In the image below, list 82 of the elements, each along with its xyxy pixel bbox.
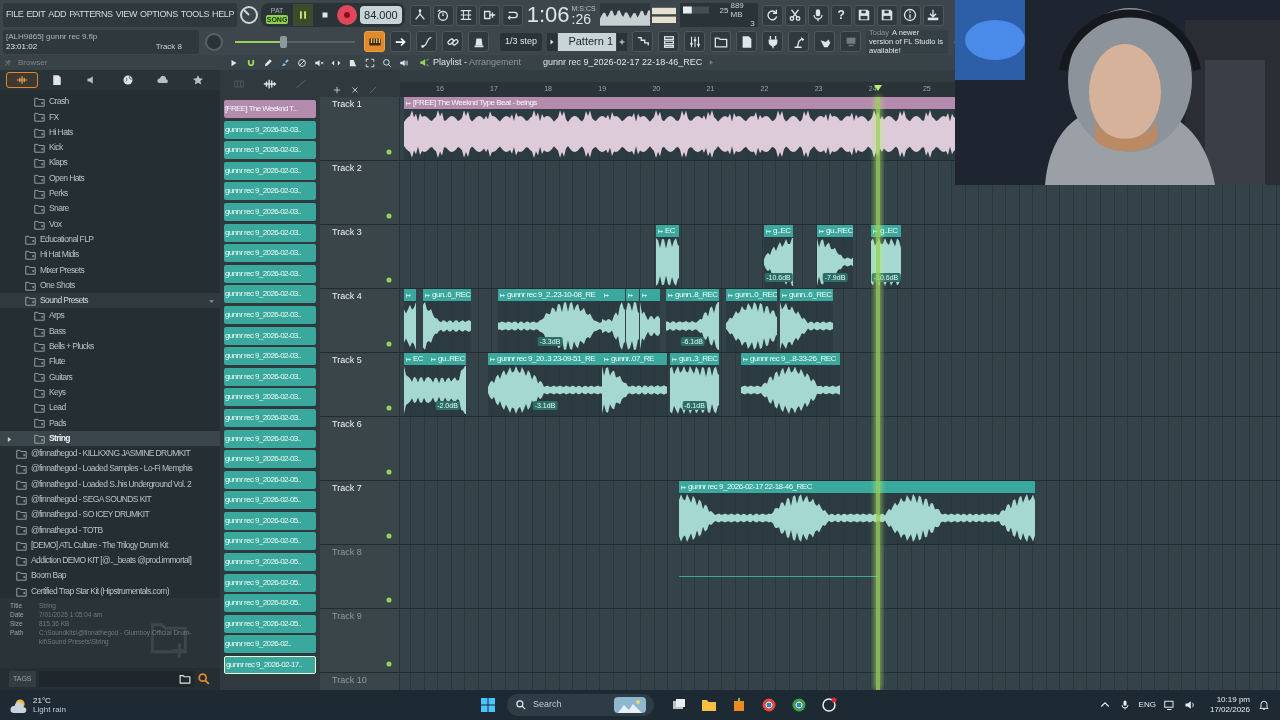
temperature: 21°C xyxy=(33,696,52,705)
folder-item[interactable]: @finnathegod - Loaded S..his Underground Vol. 2 xyxy=(0,476,220,492)
folder-item[interactable]: [DEMO] ATL Culture - The Trilogy Drum Kit xyxy=(0,537,220,553)
folder-item[interactable]: FX xyxy=(0,109,220,125)
folder-item[interactable]: Klaps xyxy=(0,155,220,171)
menu-item[interactable]: ADD xyxy=(48,8,67,22)
folder-item[interactable]: Mixer Presets xyxy=(0,262,220,278)
folder-item[interactable]: Hi Hats xyxy=(0,124,220,140)
playlist-title: Playlist - Arrangement xyxy=(433,55,522,69)
track-name: Track 1 xyxy=(332,98,362,111)
time-display: 1:06 xyxy=(526,3,570,27)
track-header[interactable]: Track 4 xyxy=(320,289,400,352)
clock-date: 17/02/2026 xyxy=(1209,705,1250,715)
folder-item[interactable]: Vox xyxy=(0,216,220,232)
track-header[interactable]: Track 1 xyxy=(320,97,400,160)
folder-item[interactable]: Perks xyxy=(0,185,220,202)
folder-item[interactable]: @finnathegod - SEGA SOUNDS KIT xyxy=(0,491,220,507)
track-header[interactable]: Track 3 xyxy=(320,225,400,288)
track-header[interactable]: Track 7 xyxy=(320,481,400,544)
search-field[interactable]: Search xyxy=(507,694,654,716)
folder-item[interactable]: Open Hats xyxy=(0,170,220,186)
folder-item[interactable]: Certified Trap Star Kit (Hipstrumentals.com) xyxy=(0,583,220,598)
folder-item[interactable]: @finnathegod - KILLKXNG JASMINE DRUMKIT xyxy=(0,445,220,462)
track-name: Track 5 xyxy=(332,354,362,367)
panel-title: Browser xyxy=(18,56,48,69)
track-header[interactable]: Track 2 xyxy=(320,161,400,224)
track-name: Track 8 xyxy=(332,546,362,559)
menu-item[interactable]: OPTIONS xyxy=(140,8,178,22)
memory-reading: 889 MB xyxy=(730,1,745,19)
menu-item[interactable]: EDIT xyxy=(26,8,46,22)
folder-item[interactable]: Educational FLP xyxy=(0,231,220,247)
folder-item[interactable]: Pads xyxy=(0,415,220,431)
cpu-reading: 25 xyxy=(718,5,729,15)
folder-item[interactable]: Crash xyxy=(0,94,220,110)
menu-item[interactable]: PATTERNS xyxy=(69,8,113,22)
menu-item[interactable]: VIEW xyxy=(115,8,138,22)
track-header[interactable]: Track 10 xyxy=(320,673,400,690)
track-name: Track 4 xyxy=(332,290,362,303)
folder-item[interactable]: Bells + Plucks xyxy=(0,338,220,355)
menu-item[interactable]: HELP xyxy=(212,8,235,22)
track-name: Track 9 xyxy=(332,610,362,623)
clock-time: 10:19 pm xyxy=(1216,695,1250,705)
folder-item[interactable]: Lead xyxy=(0,399,220,416)
folder-item[interactable]: Hi Hat Midis xyxy=(0,246,220,263)
polyphony-reading: 3 xyxy=(750,19,755,29)
pattern-selector[interactable]: Pattern 1 xyxy=(558,32,617,51)
track-header[interactable]: Track 9 xyxy=(320,609,400,672)
weather-condition: Light rain xyxy=(33,705,66,714)
track-header[interactable]: Track 6 xyxy=(320,417,400,480)
project-time: 23:01:02 xyxy=(6,41,38,52)
menu-item[interactable]: FILE xyxy=(6,8,24,22)
track-name: Track 7 xyxy=(332,482,362,495)
folder-item[interactable]: Arps xyxy=(0,308,220,324)
folder-item[interactable]: String xyxy=(0,430,220,446)
folder-item[interactable]: One Shots xyxy=(0,277,220,293)
folder-item[interactable]: Snare xyxy=(0,201,220,217)
track-name: Track 2 xyxy=(332,162,362,175)
folder-item[interactable]: @finnathegod - TOTB xyxy=(0,522,220,538)
track-name: Track 10 xyxy=(332,674,367,687)
clip-name: gunnr rec 9_2026-02-17 22-18-46_REC xyxy=(543,55,703,69)
snap-dropdown[interactable]: 1/3 step xyxy=(500,32,543,51)
folder-item[interactable]: Kick xyxy=(0,139,220,156)
folder-item[interactable]: Sound Presets xyxy=(0,292,220,309)
folder-item[interactable]: Flute xyxy=(0,354,220,370)
folder-item[interactable]: @finnathegod - Loaded Samples - Lo-Fi Memphis xyxy=(0,461,220,477)
track-header[interactable]: Track 5 xyxy=(320,353,400,416)
folder-item[interactable]: Boom Bap xyxy=(0,568,220,584)
help-button[interactable]: ? xyxy=(830,4,852,26)
folder-item[interactable]: Addiction DEMO KIT [@.._beats @prod.immortal] xyxy=(0,552,220,569)
track-header[interactable]: Track 8 xyxy=(320,545,400,608)
folder-item[interactable]: Guitars xyxy=(0,369,220,385)
folder-item[interactable]: Keys xyxy=(0,384,220,400)
folder-item[interactable]: @finnathegod - SO ICEY DRUMKIT xyxy=(0,507,220,523)
tempo-field[interactable]: 84.000 xyxy=(360,6,402,24)
project-name: [ALH9865] gunnr rec 9.flp xyxy=(6,31,99,42)
menu-item[interactable]: TOOLS xyxy=(180,8,210,22)
target-track: Track 8 xyxy=(155,41,182,52)
language-indicator[interactable]: ENG xyxy=(1138,699,1156,711)
track-name: Track 3 xyxy=(332,226,362,239)
track-name: Track 6 xyxy=(332,418,362,431)
time-centiseconds: :26 xyxy=(571,12,591,27)
folder-item[interactable]: Bass xyxy=(0,323,220,339)
